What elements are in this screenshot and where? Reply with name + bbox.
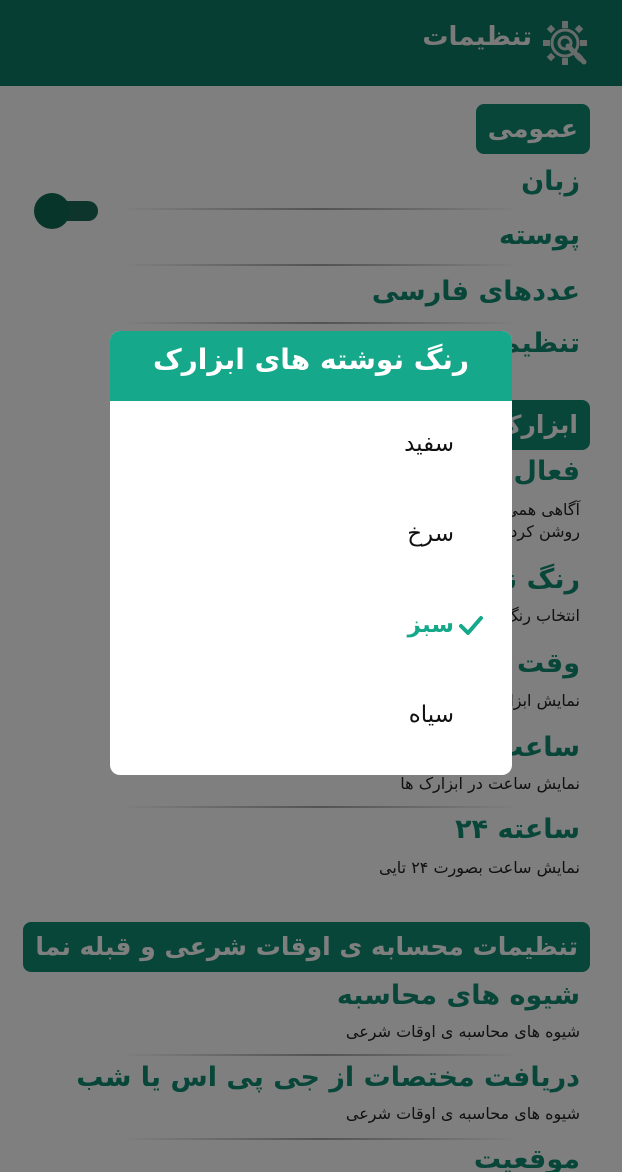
dialog-header: رنگ نوشته های ابزارک: [110, 331, 512, 401]
checkmark-icon: [459, 616, 483, 635]
option-black[interactable]: سیاه: [154, 685, 454, 745]
option-red[interactable]: سرخ: [154, 504, 454, 564]
dialog-title: رنگ نوشته های ابزارک: [152, 343, 470, 376]
option-green[interactable]: سبز: [154, 595, 454, 655]
option-white[interactable]: سفید: [154, 414, 454, 474]
widget-text-color-dialog: رنگ نوشته های ابزارک سفید سرخ سبز سیاه: [110, 331, 512, 775]
